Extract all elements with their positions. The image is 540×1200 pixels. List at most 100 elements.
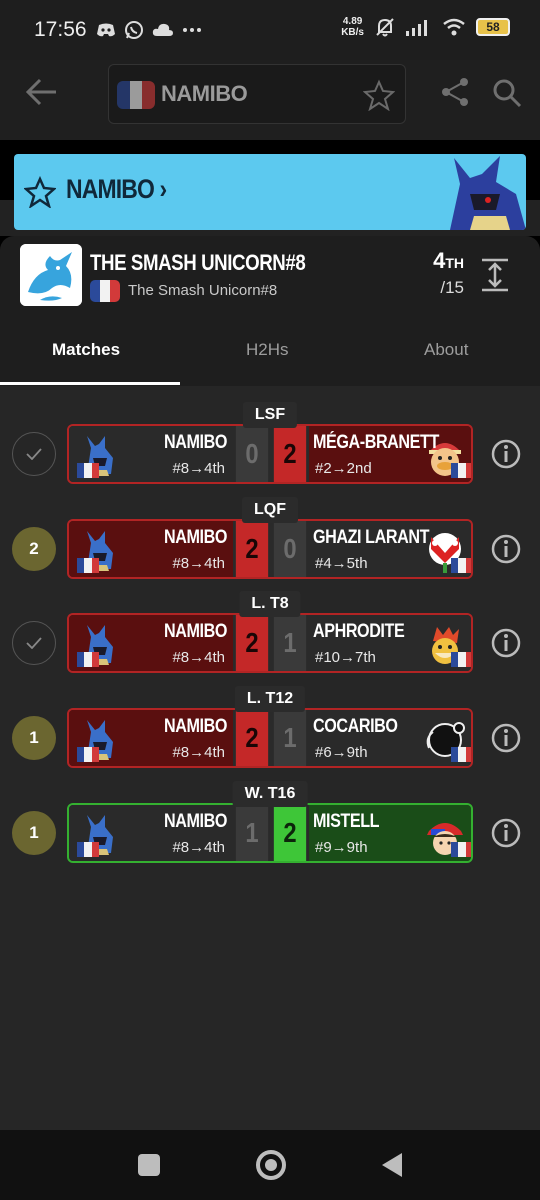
info-icon[interactable] [490,817,522,849]
status-count-badge: 1 [12,811,56,855]
wifi-icon [443,18,465,36]
right-player-seed: #6→9th [315,744,368,761]
left-player-name: NAMIBO [164,621,227,642]
info-icon[interactable] [490,533,522,565]
speed-unit: KB/s [341,27,364,38]
match-card[interactable]: NAMIBO #8→4th 2 1 APHRODITE #10→7th [67,613,473,673]
left-player-seed: #8→4th [172,649,225,666]
right-player-seed: #4→5th [315,555,368,572]
match-card[interactable]: NAMIBO #8→4th 2 1 COCARIBO #6→9th [67,708,473,768]
recents-button[interactable] [138,1154,160,1176]
info-icon[interactable] [490,627,522,659]
star-outline-icon[interactable] [363,79,395,111]
tournament-title: THE SMASH UNICORN#8 [90,250,306,275]
round-label: LQF [242,497,298,523]
tournament-sheet: THE SMASH UNICORN#8 The Smash Unicorn#8 … [0,236,540,1130]
info-icon[interactable] [490,722,522,754]
speed-value: 4.89 [342,16,363,27]
back-button[interactable] [380,1152,404,1178]
france-flag-icon [451,558,471,573]
more-dots-icon [183,28,201,32]
notification-icons [96,20,202,40]
cloud-icon [152,23,173,36]
match-card[interactable]: NAMIBO #8→4th 0 2 MÉGA-BRANETT #2→2nd [67,424,473,484]
battery-indicator: 58 [476,18,510,36]
left-player-name: NAMIBO [164,432,227,453]
tab-bar: Matches H2Hs About [0,326,540,386]
match-row[interactable]: 1 NAMIBO #8→4th 1 2 MISTELL #9→9th W. T16 [0,781,540,869]
tournament-logo [20,244,82,306]
tab-matches[interactable]: Matches [52,340,120,360]
game-and-watch-character-icon [423,718,471,762]
bowser-character-icon [423,623,471,667]
system-icons: 4.89 KB/s 58 [341,16,510,38]
right-player-name: APHRODITE [313,621,405,642]
left-player-seed: #8→4th [172,460,225,477]
match-row[interactable]: NAMIBO #8→4th 0 2 MÉGA-BRANETT #2→2nd LSF [0,402,540,490]
match-card[interactable]: NAMIBO #8→4th 2 0 GHAZI LARANT #4→5th [67,519,473,579]
player-search-box[interactable]: NAMIBO [108,64,406,124]
right-player-seed: #10→7th [315,649,376,666]
right-player-name: MÉGA-BRANETT [313,432,439,453]
right-score: 0 [273,521,307,577]
france-flag-icon [117,81,155,109]
tab-about[interactable]: About [424,340,468,360]
share-icon[interactable] [440,76,472,108]
tournament-subtitle: The Smash Unicorn#8 [128,282,278,299]
signal-icon [406,20,427,36]
left-score: 1 [235,805,269,861]
expand-collapse-icon[interactable] [482,258,508,292]
left-player-name: NAMIBO [164,811,227,832]
left-player-seed: #8→4th [172,744,225,761]
app-bar-player-name: NAMIBO [161,81,248,106]
right-score: 1 [273,710,307,766]
completed-check-icon [12,432,56,476]
round-label: L. T12 [234,686,306,712]
ness-character-icon [423,813,471,857]
network-speed: 4.89 KB/s [341,16,364,38]
home-button[interactable] [256,1150,286,1180]
right-player-name: COCARIBO [313,716,398,737]
right-score: 2 [273,426,307,482]
status-time: 17:56 [34,18,87,41]
piranha-plant-character-icon [423,529,471,573]
right-score: 1 [273,615,307,671]
left-player-seed: #8→4th [172,555,225,572]
app-bar: NAMIBO [0,60,540,140]
discord-icon [97,23,115,37]
round-label: L. T8 [239,591,301,617]
match-row[interactable]: NAMIBO #8→4th 2 1 APHRODITE #10→7th L. T8 [0,591,540,679]
right-player-seed: #9→9th [315,839,368,856]
placement-number: 4 [433,248,446,273]
left-player-name: NAMIBO [164,716,227,737]
match-card[interactable]: NAMIBO #8→4th 1 2 MISTELL #9→9th [67,803,473,863]
player-banner[interactable]: NAMIBO › [14,154,526,230]
whatsapp-icon [125,21,143,39]
system-nav-bar [0,1130,540,1200]
banner-player-name-text: NAMIBO [66,174,155,204]
right-player-name: GHAZI LARANT [313,527,430,548]
info-icon[interactable] [490,438,522,470]
left-player-seed: #8→4th [172,839,225,856]
match-row[interactable]: 1 NAMIBO #8→4th 2 1 COCARIBO #6→9th L. T12 [0,686,540,774]
active-tab-indicator [0,382,180,385]
left-score: 0 [235,426,269,482]
right-player-seed: #2→2nd [315,460,372,477]
back-arrow-icon[interactable] [24,76,60,108]
france-flag-icon [451,747,471,762]
status-count-badge: 1 [12,716,56,760]
tab-h2hs[interactable]: H2Hs [246,340,289,360]
france-flag-icon [451,842,471,857]
right-score: 2 [273,805,307,861]
match-row[interactable]: 2 NAMIBO #8→4th 2 0 GHAZI LARANT #4→5th LQF [0,497,540,585]
right-player-name: MISTELL [313,811,380,832]
status-count-badge: 2 [12,527,56,571]
banner-player-name: NAMIBO › [66,174,167,204]
search-icon[interactable] [492,78,522,108]
round-label: LSF [242,402,298,428]
left-score: 2 [235,521,269,577]
favorite-star-icon[interactable] [24,176,56,208]
round-label: W. T16 [232,781,308,807]
left-score: 2 [235,615,269,671]
placement-suffix: TH [445,255,464,271]
